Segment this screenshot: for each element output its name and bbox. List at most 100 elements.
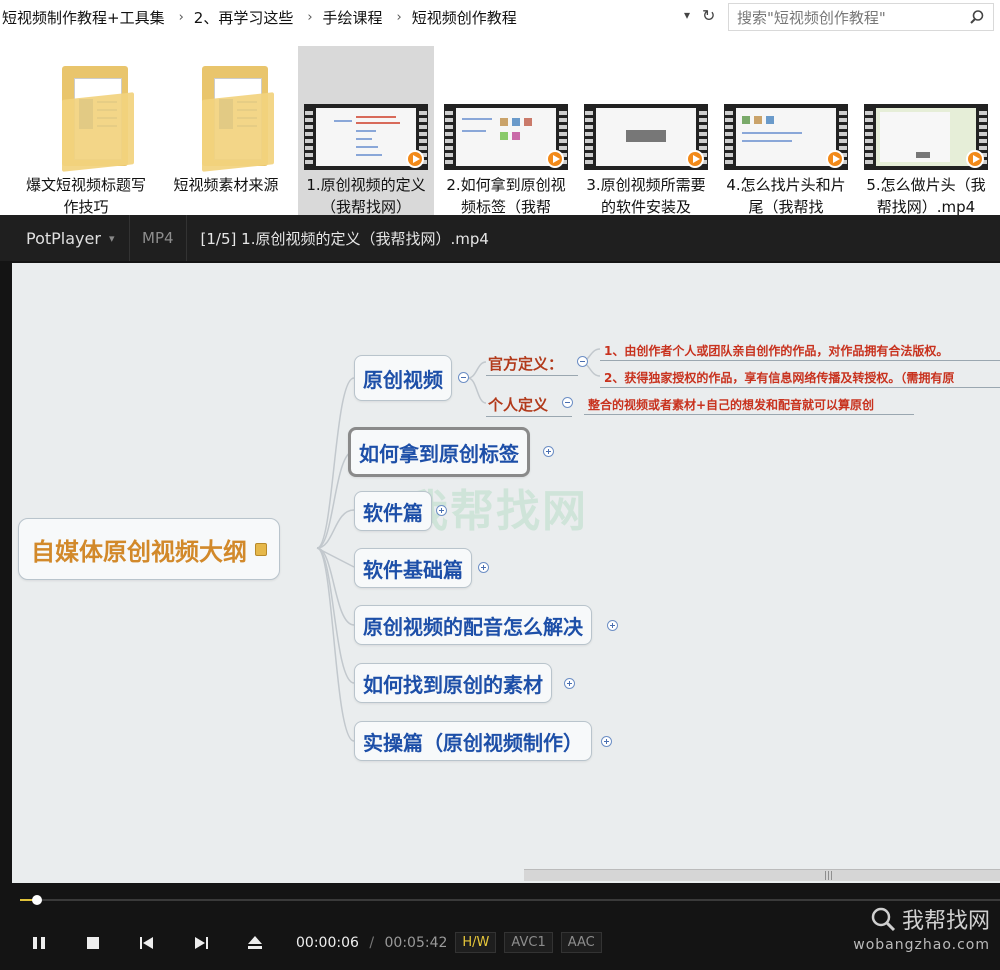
- mindmap-branch-node: 原创视频: [354, 355, 452, 401]
- mindmap-branch-node-focused: 如何拿到原创标签: [348, 427, 530, 477]
- breadcrumb-separator-icon: ›: [396, 9, 402, 25]
- file-grid: 爆文短视频标题写作技巧 短视频素材来源 1.原创视频的定义（我帮找网） 2.如何…: [0, 46, 1000, 216]
- video-thumbnail-icon: [864, 104, 988, 170]
- address-bar[interactable]: 短视频制作教程+工具集 › 2、再学习这些 › 手绘课程 › 短视频创作教程: [0, 0, 722, 34]
- mindmap-branch-node: 如何找到原创的素材: [354, 663, 552, 703]
- format-label: MP4: [130, 215, 187, 261]
- video-file-item[interactable]: 2.如何拿到原创视频标签（我帮: [438, 46, 574, 216]
- node-underline: [584, 414, 914, 415]
- file-label: 爆文短视频标题写作技巧: [25, 176, 146, 216]
- folder-item[interactable]: 爆文短视频标题写作技巧: [18, 46, 154, 216]
- expand-icon: [543, 446, 554, 457]
- folder-item[interactable]: 短视频素材来源: [158, 46, 294, 216]
- app-name: PotPlayer: [26, 228, 101, 248]
- video-thumbnail-icon: [584, 104, 708, 170]
- node-underline: [486, 375, 578, 376]
- branch-label: 实操篇（原创视频制作）: [363, 730, 583, 755]
- mindmap-root-label: 自媒体原创视频大纲: [31, 537, 247, 566]
- official-definition-item: 1、由创作者个人或团队亲自创作的作品，对作品拥有合法版权。: [604, 344, 949, 358]
- play-badge-icon: [966, 150, 984, 168]
- time-display: 00:00:06 / 00:05:42: [296, 935, 447, 951]
- breadcrumb-separator-icon: ›: [307, 9, 313, 25]
- branch-label: 原创视频的配音怎么解决: [363, 614, 583, 639]
- breadcrumb-2[interactable]: 2、再学习这些: [192, 7, 300, 28]
- play-badge-icon: [406, 150, 424, 168]
- breadcrumb-4[interactable]: 短视频创作教程: [410, 7, 523, 28]
- horizontal-scrollbar[interactable]: |||: [524, 869, 1000, 881]
- next-button[interactable]: [174, 923, 228, 963]
- expand-icon: [607, 620, 618, 631]
- branch-label: 如何找到原创的素材: [363, 672, 543, 697]
- file-label: 1.原创视频的定义（我帮找网）: [306, 176, 426, 216]
- mindmap-branch-node: 软件篇: [354, 491, 432, 531]
- node-underline: [600, 387, 1000, 388]
- mindmap-branch-node: 原创视频的配音怎么解决: [354, 605, 592, 645]
- chevron-down-icon[interactable]: ▾: [684, 8, 690, 22]
- skip-forward-icon: [195, 936, 208, 949]
- hw-decoding-toggle[interactable]: H/W: [455, 932, 497, 953]
- breadcrumb-3[interactable]: 手绘课程: [321, 7, 389, 28]
- site-watermark: 我帮找网 wobangzhao.com: [853, 903, 990, 953]
- branch-label: 原创视频: [363, 367, 443, 392]
- collapse-icon: [577, 356, 588, 367]
- expand-icon: [478, 562, 489, 573]
- folder-icon: [202, 60, 274, 172]
- expand-icon: [436, 505, 447, 516]
- eject-button[interactable]: [228, 923, 282, 963]
- video-frame[interactable]: 我帮找网 自媒体原创视频大纲 原创视频 如何拿到原创标签 软件篇 软件基础篇 原…: [12, 263, 1000, 883]
- video-file-item[interactable]: 4.怎么找片头和片尾（我帮找: [718, 46, 854, 216]
- pause-button[interactable]: [12, 923, 66, 963]
- stop-icon: [87, 936, 99, 949]
- mindmap-branch-node: 实操篇（原创视频制作）: [354, 721, 592, 761]
- file-label: 4.怎么找片头和片尾（我帮找: [726, 176, 846, 216]
- media-title: [1/5] 1.原创视频的定义（我帮找网）.mp4: [200, 229, 489, 248]
- node-underline: [486, 416, 572, 417]
- audio-codec-badge[interactable]: AAC: [560, 932, 602, 953]
- search-placeholder: 搜索"短视频创作教程": [737, 8, 886, 27]
- previous-button[interactable]: [120, 923, 174, 963]
- app-menu-button[interactable]: PotPlayer ▾: [0, 215, 130, 261]
- expand-icon: [564, 678, 575, 689]
- video-codec-badge[interactable]: AVC1: [504, 932, 553, 953]
- chevron-down-icon: ▾: [108, 231, 115, 245]
- node-underline: [600, 360, 1000, 361]
- seek-track: [20, 899, 1000, 901]
- mindmap-branch-node: 软件基础篇: [354, 548, 472, 588]
- eject-icon: [248, 936, 262, 949]
- time-separator: /: [369, 934, 375, 951]
- video-file-item[interactable]: 1.原创视频的定义（我帮找网）: [298, 46, 434, 216]
- site-name: 我帮找网: [901, 909, 990, 934]
- personal-definition-label: 个人定义: [488, 396, 549, 414]
- file-label: 2.如何拿到原创视频标签（我帮: [446, 176, 566, 216]
- search-icon[interactable]: [969, 9, 985, 25]
- stop-button[interactable]: [66, 923, 120, 963]
- video-file-item[interactable]: 5.怎么做片头（我帮找网）.mp4: [858, 46, 994, 216]
- branch-label: 软件基础篇: [363, 557, 463, 582]
- play-badge-icon: [546, 150, 564, 168]
- mindmap-root-node: 自媒体原创视频大纲: [18, 518, 280, 580]
- refresh-icon[interactable]: ↻: [702, 6, 715, 25]
- note-icon: [255, 542, 267, 556]
- file-label: 5.怎么做片头（我帮找网）.mp4: [866, 176, 986, 216]
- video-thumbnail-icon: [304, 104, 428, 170]
- file-label: 3.原创视频所需要的软件安装及: [586, 176, 706, 216]
- breadcrumb-separator-icon: ›: [178, 9, 184, 25]
- pause-icon: [33, 936, 45, 949]
- video-thumbnail-icon: [444, 104, 568, 170]
- video-thumbnail-icon: [724, 104, 848, 170]
- seek-handle[interactable]: [32, 895, 42, 905]
- site-url: wobangzhao.com: [853, 937, 990, 953]
- player-controls: 00:00:06 / 00:05:42 H/W AVC1 AAC: [0, 915, 1000, 970]
- branch-label: 软件篇: [363, 500, 423, 525]
- search-input[interactable]: 搜索"短视频创作教程": [728, 3, 994, 31]
- branch-label: 如何拿到原创标签: [359, 441, 519, 466]
- official-definition-item: 2、获得独家授权的作品，享有信息网络传播及转授权。（需拥有原: [604, 371, 955, 385]
- seek-bar[interactable]: [12, 885, 1000, 911]
- file-label: 短视频素材来源: [173, 176, 279, 194]
- player-title-bar: PotPlayer ▾ MP4 [1/5] 1.原创视频的定义（我帮找网）.mp…: [0, 215, 1000, 261]
- video-file-item[interactable]: 3.原创视频所需要的软件安装及: [578, 46, 714, 216]
- play-badge-icon: [826, 150, 844, 168]
- breadcrumb-1[interactable]: 短视频制作教程+工具集: [0, 7, 171, 28]
- magnifier-logo-icon: [871, 907, 896, 932]
- personal-definition-item: 整合的视频或者素材+自己的想发和配音就可以算原创: [588, 398, 875, 412]
